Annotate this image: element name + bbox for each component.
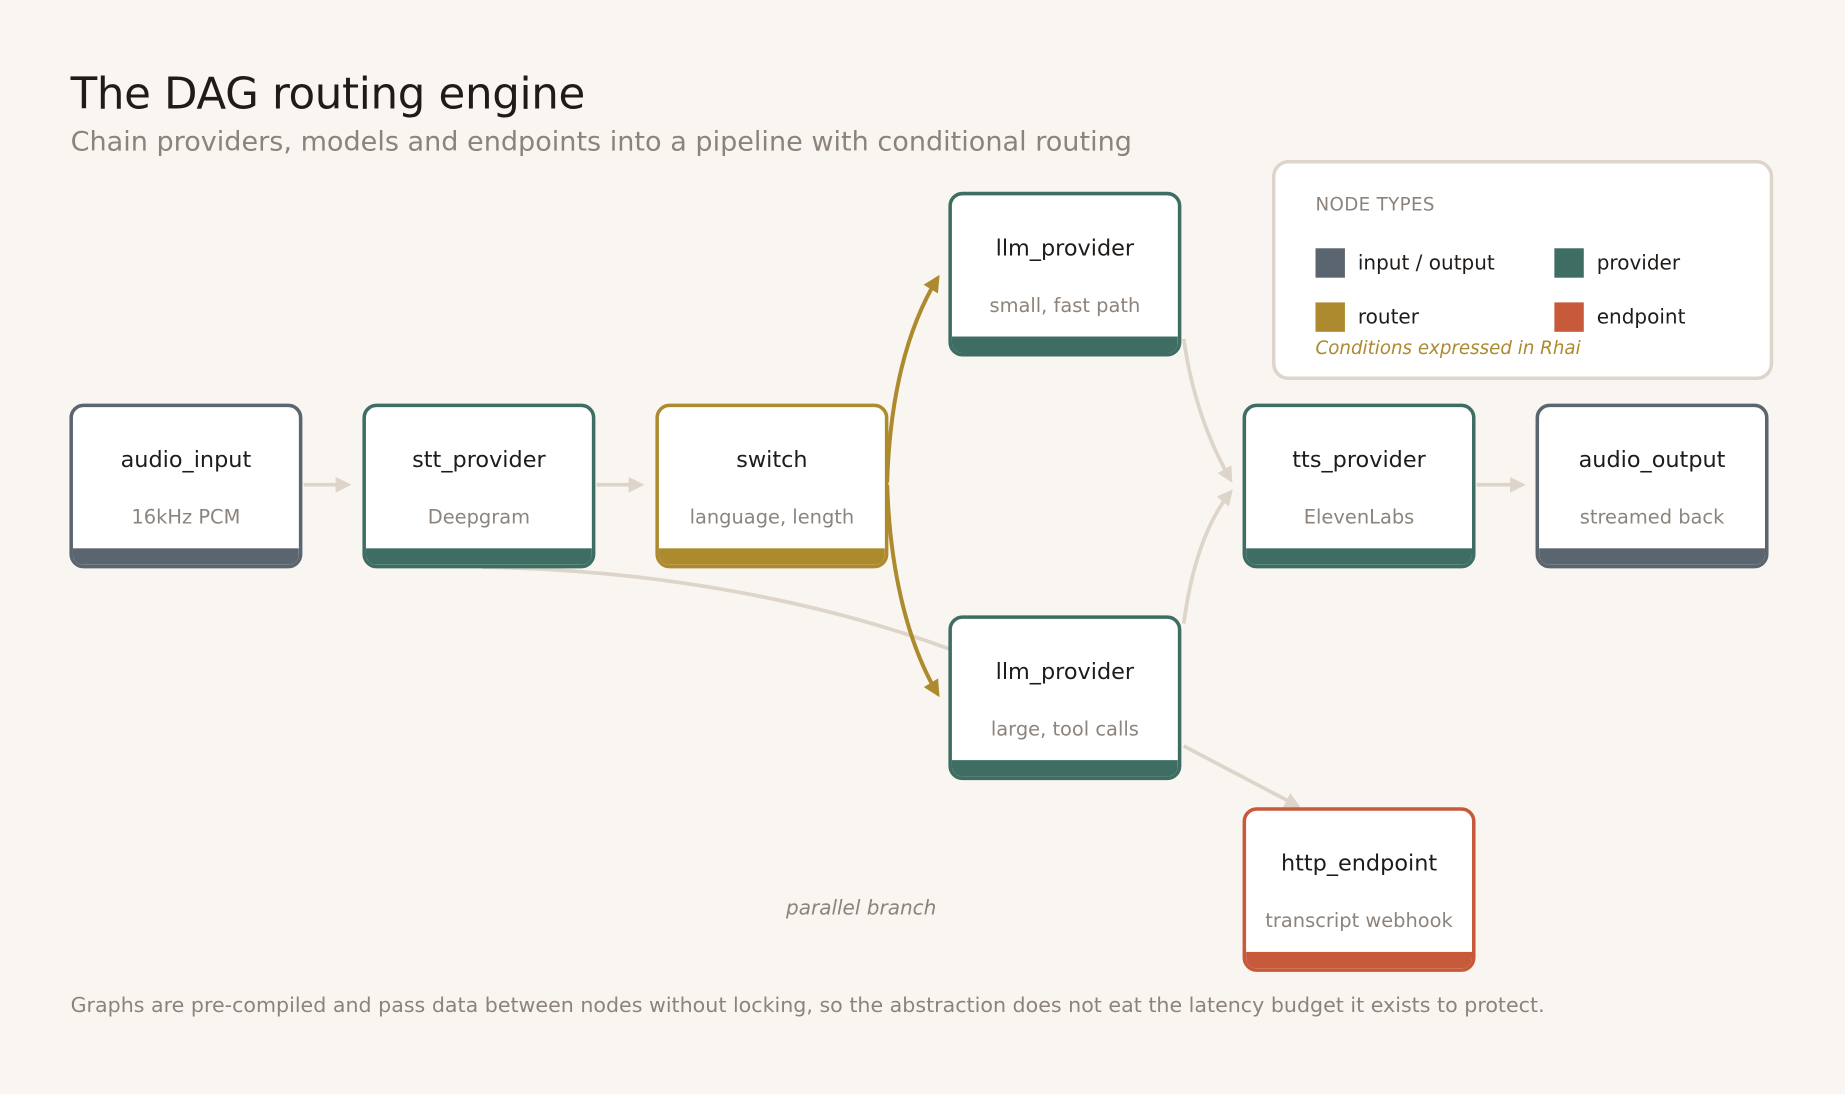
legend-title: NODE TYPES bbox=[1315, 194, 1435, 216]
edge-switch-to-llm-small bbox=[885, 274, 940, 483]
node-tts-provider[interactable]: tts_provider ElevenLabs bbox=[1242, 403, 1476, 569]
node-switch[interactable]: switch language, length bbox=[655, 403, 889, 569]
edge-llm-small-to-tts bbox=[1181, 338, 1233, 483]
footer-caption: Graphs are pre-compiled and pass data be… bbox=[70, 994, 1545, 1018]
legend-label: provider bbox=[1596, 251, 1681, 275]
edge-stt-to-llm-large-parallel bbox=[482, 565, 952, 652]
edge-switch-to-llm-large bbox=[885, 484, 940, 698]
legend-swatch bbox=[1554, 302, 1584, 332]
node-type-bar bbox=[951, 760, 1178, 777]
legend-note: Conditions expressed in Rhai bbox=[1315, 337, 1581, 359]
node-subtitle: ElevenLabs bbox=[1303, 505, 1415, 529]
node-type-bar bbox=[1246, 548, 1473, 565]
legend-item-io: input / output bbox=[1315, 248, 1495, 278]
legend-swatch bbox=[1315, 302, 1345, 332]
node-title: llm_provider bbox=[995, 658, 1135, 685]
node-subtitle: streamed back bbox=[1579, 505, 1725, 529]
node-title: tts_provider bbox=[1292, 447, 1426, 474]
legend-label: endpoint bbox=[1596, 305, 1686, 329]
node-title: http_endpoint bbox=[1280, 850, 1438, 877]
node-subtitle: Deepgram bbox=[427, 505, 531, 529]
node-audio-input[interactable]: audio_input 16kHz PCM bbox=[69, 403, 303, 569]
node-title: stt_provider bbox=[412, 447, 546, 474]
node-title: audio_input bbox=[120, 447, 252, 474]
legend-swatch bbox=[1315, 248, 1345, 278]
node-type-bar bbox=[1246, 951, 1473, 969]
legend-label: router bbox=[1357, 305, 1419, 329]
node-stt-provider[interactable]: stt_provider Deepgram bbox=[362, 403, 596, 569]
node-subtitle: 16kHz PCM bbox=[131, 505, 241, 529]
node-subtitle: small, fast path bbox=[989, 294, 1141, 317]
node-title: audio_output bbox=[1578, 447, 1726, 474]
legend-swatch bbox=[1554, 248, 1584, 278]
node-type-bar bbox=[1539, 548, 1765, 565]
node-subtitle: large, tool calls bbox=[990, 717, 1139, 741]
node-type-bar bbox=[951, 336, 1178, 353]
node-subtitle: language, length bbox=[689, 505, 855, 529]
node-llm-provider-small[interactable]: llm_provider small, fast path bbox=[948, 191, 1182, 357]
node-subtitle: transcript webhook bbox=[1265, 909, 1453, 932]
legend-item-endpoint: endpoint bbox=[1554, 302, 1686, 332]
legend-panel: NODE TYPES input / output provider route… bbox=[1271, 160, 1774, 381]
node-type-bar bbox=[658, 548, 885, 565]
node-audio-output[interactable]: audio_output streamed back bbox=[1535, 403, 1769, 569]
legend-item-provider: provider bbox=[1554, 248, 1681, 278]
node-type-bar bbox=[72, 548, 299, 565]
node-http-endpoint[interactable]: http_endpoint transcript webhook bbox=[1242, 807, 1476, 972]
node-type-bar bbox=[365, 548, 592, 565]
edge-llm-large-to-http-endpoint bbox=[1182, 744, 1301, 808]
legend-label: input / output bbox=[1357, 251, 1495, 275]
node-llm-provider-large[interactable]: llm_provider large, tool calls bbox=[948, 615, 1182, 781]
node-title: llm_provider bbox=[995, 235, 1135, 262]
edge-llm-large-to-tts bbox=[1181, 489, 1233, 624]
legend-item-router: router bbox=[1315, 302, 1419, 332]
node-title: switch bbox=[736, 447, 808, 474]
parallel-branch-label: parallel branch bbox=[786, 896, 937, 921]
